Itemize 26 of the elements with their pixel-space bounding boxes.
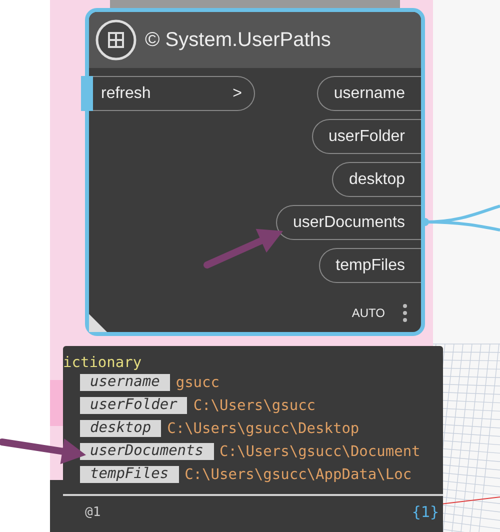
resize-corner-icon[interactable] — [89, 314, 107, 332]
key-label: tempFiles — [80, 466, 179, 483]
input-port[interactable]: refresh > — [93, 76, 255, 111]
background-panel — [50, 380, 63, 426]
output-port[interactable]: desktop — [332, 162, 421, 197]
node-icon — [95, 19, 137, 61]
level-label: @1 — [85, 504, 101, 520]
more-icon[interactable] — [403, 304, 407, 322]
output-port[interactable]: userDocuments — [276, 205, 421, 240]
type-label: ictionary — [63, 354, 143, 372]
value-text: C:\Users\gsucc\Document — [220, 444, 420, 460]
value-text: gsucc — [176, 374, 220, 390]
key-label: userFolder — [80, 397, 188, 414]
port-marker — [81, 76, 93, 111]
key-label: desktop — [80, 420, 162, 437]
run-mode-label[interactable]: AUTO — [352, 306, 385, 320]
key-label: userDocuments — [80, 443, 214, 460]
value-text: C:\Users\gsucc\Desktop — [167, 420, 360, 436]
item-count: {1} — [412, 503, 439, 521]
output-port[interactable]: tempFiles — [318, 248, 421, 283]
key-label: username — [80, 374, 170, 391]
output-port[interactable]: username — [316, 76, 421, 111]
node-title: © System.UserPaths — [145, 28, 331, 52]
value-text: C:\Users\gsucc\AppData\Loc — [184, 466, 412, 482]
value-text: C:\Users\gsucc — [193, 398, 316, 414]
output-port[interactable]: userFolder — [312, 119, 421, 154]
